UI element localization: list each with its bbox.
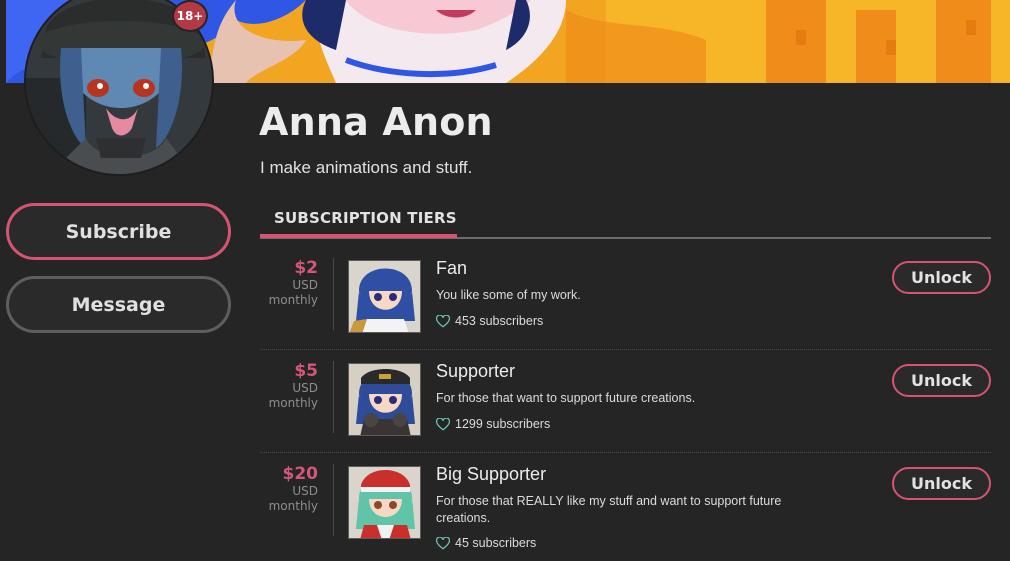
tier-price-currency: USD (292, 484, 318, 498)
tier-subscriber-count: 1299 subscribers (436, 417, 550, 431)
tier-subscriber-count: 45 subscribers (436, 536, 536, 550)
tier-divider (333, 258, 334, 330)
unlock-button[interactable]: Unlock (892, 467, 991, 500)
tier-price-period: monthly (268, 396, 318, 410)
creator-bio: I make animations and stuff. (260, 158, 473, 177)
tier-card-big-supporter: $20 USD monthly Big Supporter For those … (260, 464, 991, 561)
tier-card-supporter: $5 USD monthly Supporter For those that … (260, 361, 991, 463)
tier-thumbnail (348, 466, 421, 539)
tier-price: $20 USD monthly (269, 464, 318, 514)
tier-divider (333, 361, 334, 433)
tier-name: Fan (436, 258, 468, 278)
subscriber-count-text: 453 subscribers (455, 314, 544, 328)
age-restriction-badge: 18+ (172, 0, 208, 32)
tier-description: You like some of my work. (436, 288, 581, 302)
subscriber-count-text: 1299 subscribers (455, 417, 551, 431)
tier-name: Supporter (436, 361, 516, 381)
tier-separator (260, 452, 991, 453)
tier-separator (260, 349, 991, 350)
tier-name: Big Supporter (436, 464, 547, 484)
tier-description: For those that REALLY like my stuff and … (436, 494, 782, 525)
tier-thumbnail (348, 260, 421, 333)
tier-price-amount: $5 (294, 361, 318, 381)
heart-outline-icon (436, 536, 450, 550)
tab-subscription-tiers[interactable]: SUBSCRIPTION TIERS (274, 209, 457, 227)
tier-price-period: monthly (268, 293, 318, 307)
unlock-button[interactable]: Unlock (892, 261, 991, 294)
message-button[interactable]: Message (6, 276, 231, 333)
tier-price-currency: USD (292, 381, 318, 395)
unlock-button[interactable]: Unlock (892, 364, 991, 397)
tier-price: $2 USD monthly (269, 258, 318, 308)
tier-thumbnail (348, 363, 421, 436)
tier-divider (333, 464, 334, 536)
creator-name: Anna Anon (259, 100, 493, 144)
subscribe-button[interactable]: Subscribe (6, 203, 231, 260)
heart-outline-icon (436, 417, 450, 431)
heart-outline-icon (436, 314, 450, 328)
tier-subscriber-count: 453 subscribers (436, 314, 543, 328)
tier-price-currency: USD (292, 278, 318, 292)
tier-price-period: monthly (268, 499, 318, 513)
subscriber-count-text: 45 subscribers (455, 536, 537, 550)
tier-card-fan: $2 USD monthly Fan You like some of my w… (260, 258, 991, 360)
tier-price-amount: $2 (294, 258, 318, 278)
tier-price: $5 USD monthly (269, 361, 318, 411)
active-tab-indicator (260, 234, 457, 238)
tier-description: For those that want to support future cr… (436, 391, 696, 405)
tier-price-amount: $20 (282, 464, 319, 484)
